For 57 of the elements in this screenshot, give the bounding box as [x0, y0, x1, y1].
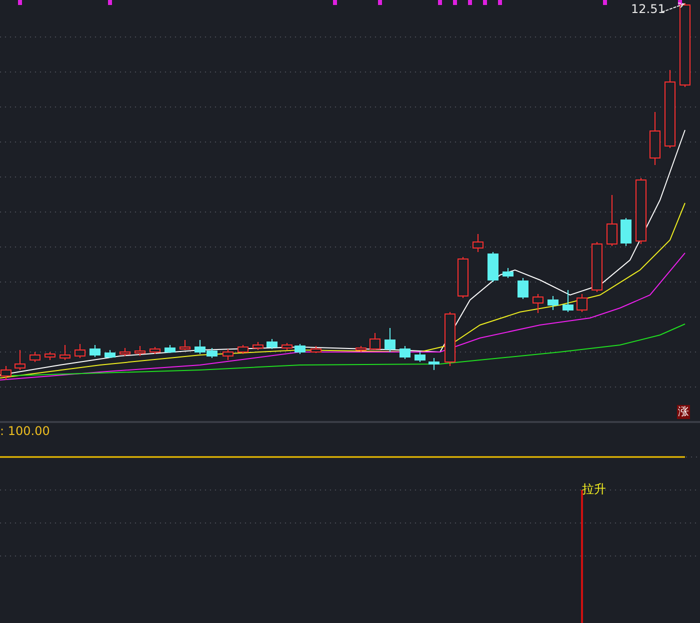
candle [294, 344, 306, 354]
candle [150, 346, 160, 354]
candle [384, 328, 396, 352]
candle [472, 234, 484, 252]
candle [488, 252, 498, 282]
signal-tick [498, 0, 502, 5]
candle [282, 342, 292, 350]
candle [428, 358, 440, 370]
candle [414, 352, 426, 362]
signal-tick [468, 0, 472, 5]
last-price-label: 12.51 [631, 2, 666, 16]
signal-tick [483, 0, 487, 5]
candle [120, 348, 130, 356]
candle [650, 112, 660, 166]
signal-label: 拉升 [582, 481, 606, 498]
candle [518, 278, 528, 300]
candle [164, 344, 176, 354]
candle [206, 348, 218, 358]
candle [180, 340, 190, 350]
candle [620, 218, 632, 246]
candle [370, 332, 380, 350]
candle [636, 178, 646, 244]
indicator-value: : 100.00 [0, 424, 50, 438]
candle [310, 346, 322, 354]
signal-tick [18, 0, 22, 5]
signal-tick [108, 0, 112, 5]
candle [548, 296, 558, 310]
signal-tick [378, 0, 382, 5]
candle [502, 268, 514, 278]
candle [356, 346, 366, 352]
signal-tick [438, 0, 442, 5]
candle [60, 344, 70, 360]
candle [400, 346, 410, 360]
candle [30, 352, 40, 362]
candle [562, 290, 574, 312]
candle [194, 340, 206, 354]
candle [592, 242, 602, 292]
candle [222, 348, 234, 360]
candle [74, 344, 86, 358]
candle [458, 256, 468, 298]
candle [532, 294, 544, 314]
signal-tick [333, 0, 337, 5]
candle [90, 344, 100, 358]
candle [444, 312, 456, 366]
candle [104, 350, 116, 358]
candle [576, 294, 588, 312]
signal-tick [678, 0, 682, 5]
rise-badge: 涨 [677, 405, 690, 419]
candle [134, 346, 146, 356]
candle [606, 194, 618, 246]
candle [252, 342, 264, 350]
candle [266, 338, 278, 350]
signal-tick [603, 0, 607, 5]
candle [14, 350, 26, 370]
candle [44, 352, 56, 360]
candle [238, 344, 248, 354]
signal-tick [453, 0, 457, 5]
